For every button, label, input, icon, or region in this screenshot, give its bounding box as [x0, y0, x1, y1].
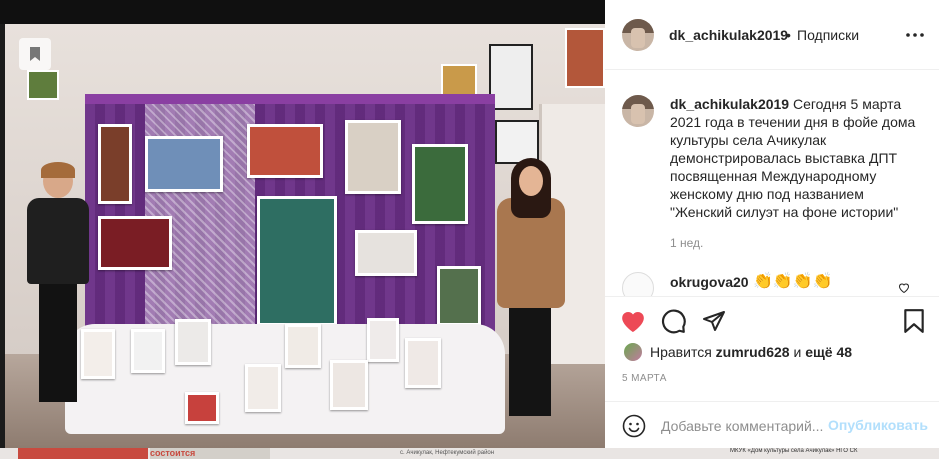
- comment-item: okrugova20 👏👏👏👏: [622, 270, 932, 296]
- caption-time[interactable]: 1 нед.: [670, 236, 703, 250]
- post-modal: состоится с. Ачикулак, Нефтекумский райо…: [0, 0, 939, 459]
- following-button[interactable]: Подписки: [797, 27, 859, 43]
- more-horizontal-icon[interactable]: [905, 22, 925, 43]
- post-photo[interactable]: [5, 24, 605, 448]
- avatar[interactable]: [622, 19, 654, 51]
- share-icon[interactable]: [700, 307, 728, 335]
- footer-center-text: с. Ачикулак, Нефтекумский район: [400, 450, 495, 456]
- post-side-panel: dk_achikulak2019 • Подписки dk_achikulak…: [605, 0, 939, 448]
- likes-others-count[interactable]: ещё 48: [805, 344, 852, 360]
- likes-prefix: Нравится: [650, 344, 716, 360]
- footer-left-text: состоится: [150, 448, 270, 459]
- caption-username[interactable]: dk_achikulak2019: [670, 96, 789, 112]
- post-caption: dk_achikulak2019 Сегодня 5 марта 2021 го…: [670, 95, 922, 221]
- bookmark-icon[interactable]: [900, 307, 928, 335]
- post-header: dk_achikulak2019 • Подписки: [605, 0, 939, 70]
- liker-username[interactable]: zumrud628: [716, 344, 790, 360]
- post-date[interactable]: 5 МАРТА: [622, 373, 667, 384]
- person-right: [491, 158, 571, 424]
- person-left: [27, 162, 89, 414]
- comment-icon[interactable]: [660, 307, 688, 335]
- liker-avatar[interactable]: [623, 342, 643, 362]
- post-actions: Нравится zumrud628 и ещё 48 5 МАРТА Опуб…: [605, 296, 939, 448]
- comments-scroll-area[interactable]: dk_achikulak2019 Сегодня 5 марта 2021 го…: [605, 71, 939, 296]
- comment-avatar[interactable]: [622, 272, 654, 296]
- caption-text: Сегодня 5 марта 2021 года в течении дня …: [670, 96, 916, 220]
- comment-text: 👏👏👏👏: [753, 273, 833, 290]
- background-strip-bottom: состоится с. Ачикулак, Нефтекумский райо…: [0, 448, 939, 459]
- heart-filled-icon[interactable]: [619, 307, 647, 335]
- comment-username[interactable]: okrugova20: [670, 274, 749, 290]
- comment-input[interactable]: [661, 416, 831, 436]
- comment-like-icon[interactable]: [898, 282, 910, 296]
- header-separator: •: [786, 27, 791, 43]
- add-comment-bar: Опубликовать: [605, 401, 939, 449]
- header-username[interactable]: dk_achikulak2019: [669, 27, 788, 43]
- likes-middle: и: [789, 344, 806, 360]
- bookmark-overlay-icon[interactable]: [19, 38, 51, 70]
- emoji-icon[interactable]: [622, 414, 646, 438]
- caption-avatar[interactable]: [622, 95, 654, 127]
- publish-button[interactable]: Опубликовать: [828, 417, 928, 433]
